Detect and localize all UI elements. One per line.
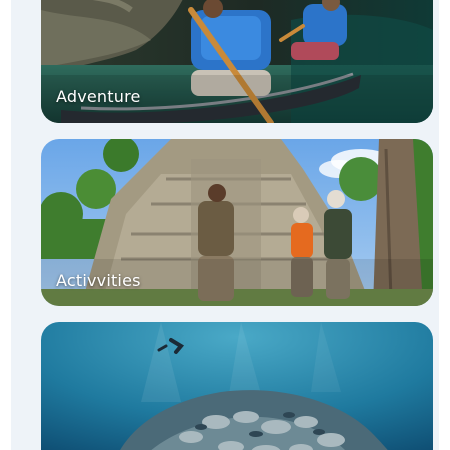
card-label-adventure: Adventure (56, 87, 141, 106)
category-card-adventure[interactable]: Adventure (41, 0, 433, 123)
category-card-underwater[interactable] (41, 322, 433, 450)
category-list: Adventure Activvities (11, 0, 439, 450)
category-card-activities[interactable]: Activvities (41, 139, 433, 306)
card-label-activities: Activvities (56, 271, 141, 290)
underwater-reef-photo (41, 322, 433, 450)
